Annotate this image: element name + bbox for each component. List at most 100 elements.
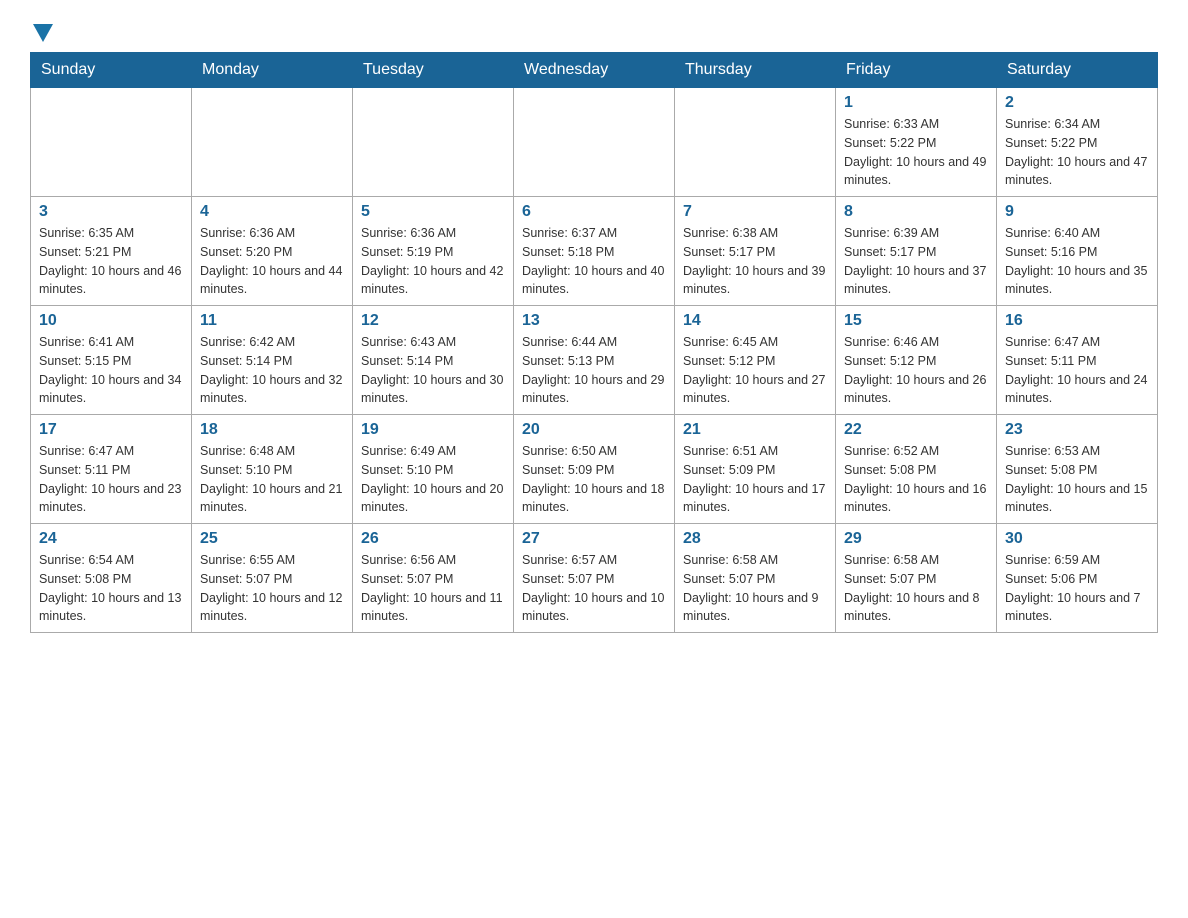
day-number: 18: [200, 421, 344, 439]
day-info: Sunrise: 6:57 AM Sunset: 5:07 PM Dayligh…: [522, 551, 666, 626]
day-info: Sunrise: 6:33 AM Sunset: 5:22 PM Dayligh…: [844, 115, 988, 190]
day-number: 15: [844, 312, 988, 330]
weekday-header: Sunday: [31, 53, 192, 88]
day-number: 23: [1005, 421, 1149, 439]
day-number: 21: [683, 421, 827, 439]
calendar-week-row: 10 Sunrise: 6:41 AM Sunset: 5:15 PM Dayli…: [31, 306, 1158, 415]
calendar-cell: 28 Sunrise: 6:58 AM Sunset: 5:07 PM Dayli…: [675, 524, 836, 633]
day-number: 30: [1005, 530, 1149, 548]
day-info: Sunrise: 6:53 AM Sunset: 5:08 PM Dayligh…: [1005, 442, 1149, 517]
day-number: 26: [361, 530, 505, 548]
calendar-cell: 3 Sunrise: 6:35 AM Sunset: 5:21 PM Daylig…: [31, 197, 192, 306]
day-info: Sunrise: 6:58 AM Sunset: 5:07 PM Dayligh…: [683, 551, 827, 626]
weekday-header: Friday: [836, 53, 997, 88]
calendar-cell: 14 Sunrise: 6:45 AM Sunset: 5:12 PM Dayli…: [675, 306, 836, 415]
day-number: 7: [683, 203, 827, 221]
day-number: 28: [683, 530, 827, 548]
day-info: Sunrise: 6:37 AM Sunset: 5:18 PM Dayligh…: [522, 224, 666, 299]
day-number: 3: [39, 203, 183, 221]
calendar-cell: 30 Sunrise: 6:59 AM Sunset: 5:06 PM Dayli…: [997, 524, 1158, 633]
calendar-cell: 9 Sunrise: 6:40 AM Sunset: 5:16 PM Daylig…: [997, 197, 1158, 306]
calendar-cell: 20Sunrise: 6:50 AM Sunset: 5:09 PM Dayli…: [514, 415, 675, 524]
logo-arrow-icon: [33, 24, 53, 42]
weekday-header: Tuesday: [353, 53, 514, 88]
day-info: Sunrise: 6:36 AM Sunset: 5:20 PM Dayligh…: [200, 224, 344, 299]
day-info: Sunrise: 6:41 AM Sunset: 5:15 PM Dayligh…: [39, 333, 183, 408]
calendar-cell: 5 Sunrise: 6:36 AM Sunset: 5:19 PM Daylig…: [353, 197, 514, 306]
calendar-cell: [514, 88, 675, 197]
calendar-cell: [675, 88, 836, 197]
calendar-header-row: SundayMondayTuesdayWednesdayThursdayFrid…: [31, 53, 1158, 88]
day-number: 12: [361, 312, 505, 330]
calendar-cell: 29 Sunrise: 6:58 AM Sunset: 5:07 PM Dayli…: [836, 524, 997, 633]
day-number: 14: [683, 312, 827, 330]
calendar-cell: 11 Sunrise: 6:42 AM Sunset: 5:14 PM Dayli…: [192, 306, 353, 415]
day-number: 4: [200, 203, 344, 221]
calendar-cell: 6 Sunrise: 6:37 AM Sunset: 5:18 PM Daylig…: [514, 197, 675, 306]
day-number: 6: [522, 203, 666, 221]
day-info: Sunrise: 6:48 AM Sunset: 5:10 PM Dayligh…: [200, 442, 344, 517]
day-number: 16: [1005, 312, 1149, 330]
calendar-cell: 12Sunrise: 6:43 AM Sunset: 5:14 PM Dayli…: [353, 306, 514, 415]
day-number: 19: [361, 421, 505, 439]
calendar-cell: 13 Sunrise: 6:44 AM Sunset: 5:13 PM Dayli…: [514, 306, 675, 415]
page-header: [30, 20, 1158, 42]
calendar-week-row: 1Sunrise: 6:33 AM Sunset: 5:22 PM Daylig…: [31, 88, 1158, 197]
calendar-cell: 8 Sunrise: 6:39 AM Sunset: 5:17 PM Daylig…: [836, 197, 997, 306]
day-number: 29: [844, 530, 988, 548]
day-number: 10: [39, 312, 183, 330]
calendar-table: SundayMondayTuesdayWednesdayThursdayFrid…: [30, 52, 1158, 633]
calendar-week-row: 17 Sunrise: 6:47 AM Sunset: 5:11 PM Dayli…: [31, 415, 1158, 524]
calendar-week-row: 3 Sunrise: 6:35 AM Sunset: 5:21 PM Daylig…: [31, 197, 1158, 306]
calendar-cell: [353, 88, 514, 197]
day-number: 9: [1005, 203, 1149, 221]
day-info: Sunrise: 6:56 AM Sunset: 5:07 PM Dayligh…: [361, 551, 505, 626]
day-info: Sunrise: 6:35 AM Sunset: 5:21 PM Dayligh…: [39, 224, 183, 299]
day-info: Sunrise: 6:59 AM Sunset: 5:06 PM Dayligh…: [1005, 551, 1149, 626]
day-number: 5: [361, 203, 505, 221]
day-info: Sunrise: 6:46 AM Sunset: 5:12 PM Dayligh…: [844, 333, 988, 408]
day-info: Sunrise: 6:55 AM Sunset: 5:07 PM Dayligh…: [200, 551, 344, 626]
weekday-header: Thursday: [675, 53, 836, 88]
day-number: 11: [200, 312, 344, 330]
day-number: 2: [1005, 94, 1149, 112]
day-number: 22: [844, 421, 988, 439]
calendar-cell: 27 Sunrise: 6:57 AM Sunset: 5:07 PM Dayli…: [514, 524, 675, 633]
day-number: 24: [39, 530, 183, 548]
day-info: Sunrise: 6:54 AM Sunset: 5:08 PM Dayligh…: [39, 551, 183, 626]
day-info: Sunrise: 6:39 AM Sunset: 5:17 PM Dayligh…: [844, 224, 988, 299]
day-info: Sunrise: 6:40 AM Sunset: 5:16 PM Dayligh…: [1005, 224, 1149, 299]
calendar-cell: 4 Sunrise: 6:36 AM Sunset: 5:20 PM Daylig…: [192, 197, 353, 306]
weekday-header: Saturday: [997, 53, 1158, 88]
day-number: 25: [200, 530, 344, 548]
calendar-cell: 2 Sunrise: 6:34 AM Sunset: 5:22 PM Daylig…: [997, 88, 1158, 197]
logo: [30, 20, 53, 42]
day-info: Sunrise: 6:58 AM Sunset: 5:07 PM Dayligh…: [844, 551, 988, 626]
day-info: Sunrise: 6:49 AM Sunset: 5:10 PM Dayligh…: [361, 442, 505, 517]
day-info: Sunrise: 6:38 AM Sunset: 5:17 PM Dayligh…: [683, 224, 827, 299]
day-number: 27: [522, 530, 666, 548]
calendar-cell: 19 Sunrise: 6:49 AM Sunset: 5:10 PM Dayli…: [353, 415, 514, 524]
calendar-cell: 7 Sunrise: 6:38 AM Sunset: 5:17 PM Daylig…: [675, 197, 836, 306]
calendar-cell: [31, 88, 192, 197]
calendar-cell: 24 Sunrise: 6:54 AM Sunset: 5:08 PM Dayli…: [31, 524, 192, 633]
day-info: Sunrise: 6:44 AM Sunset: 5:13 PM Dayligh…: [522, 333, 666, 408]
day-info: Sunrise: 6:52 AM Sunset: 5:08 PM Dayligh…: [844, 442, 988, 517]
calendar-cell: [192, 88, 353, 197]
day-info: Sunrise: 6:47 AM Sunset: 5:11 PM Dayligh…: [39, 442, 183, 517]
day-number: 20: [522, 421, 666, 439]
day-info: Sunrise: 6:45 AM Sunset: 5:12 PM Dayligh…: [683, 333, 827, 408]
calendar-cell: 1Sunrise: 6:33 AM Sunset: 5:22 PM Daylig…: [836, 88, 997, 197]
day-number: 8: [844, 203, 988, 221]
calendar-cell: 10 Sunrise: 6:41 AM Sunset: 5:15 PM Dayli…: [31, 306, 192, 415]
calendar-cell: 15 Sunrise: 6:46 AM Sunset: 5:12 PM Dayli…: [836, 306, 997, 415]
calendar-week-row: 24 Sunrise: 6:54 AM Sunset: 5:08 PM Dayli…: [31, 524, 1158, 633]
calendar-cell: 21Sunrise: 6:51 AM Sunset: 5:09 PM Dayli…: [675, 415, 836, 524]
weekday-header: Wednesday: [514, 53, 675, 88]
day-number: 17: [39, 421, 183, 439]
day-number: 13: [522, 312, 666, 330]
day-info: Sunrise: 6:34 AM Sunset: 5:22 PM Dayligh…: [1005, 115, 1149, 190]
day-info: Sunrise: 6:42 AM Sunset: 5:14 PM Dayligh…: [200, 333, 344, 408]
day-info: Sunrise: 6:36 AM Sunset: 5:19 PM Dayligh…: [361, 224, 505, 299]
calendar-cell: 16Sunrise: 6:47 AM Sunset: 5:11 PM Dayli…: [997, 306, 1158, 415]
